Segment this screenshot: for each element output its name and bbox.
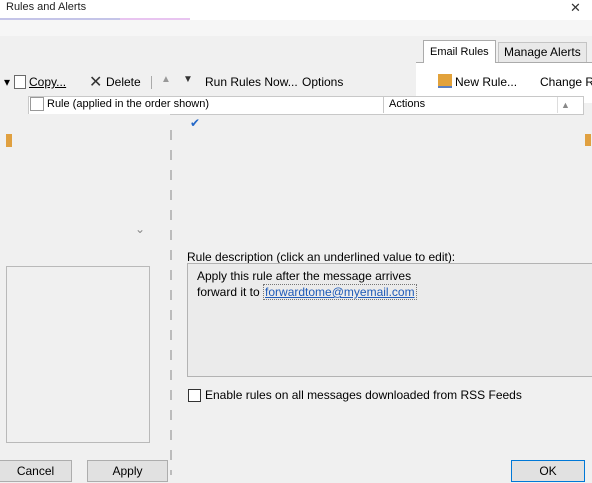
run-rules-now-button[interactable]: Run Rules Now... xyxy=(205,74,298,90)
rss-checkbox[interactable] xyxy=(188,389,201,402)
close-icon[interactable]: ✕ xyxy=(570,0,581,16)
options-button[interactable]: Options xyxy=(302,74,343,90)
delete-icon: ✕ xyxy=(89,74,103,91)
forward-address-link[interactable]: forwardtome@myemail.com xyxy=(263,284,417,300)
folder-icon xyxy=(6,134,12,147)
pane-divider xyxy=(170,130,172,475)
delete-button[interactable]: Delete xyxy=(106,74,141,90)
toolbar-divider xyxy=(151,76,152,89)
new-rule-icon xyxy=(438,74,452,88)
rss-checkbox-label[interactable]: Enable rules on all messages downloaded … xyxy=(205,388,522,402)
title-bar xyxy=(0,0,592,20)
tab-email-rules[interactable]: Email Rules xyxy=(423,40,496,63)
copy-button[interactable]: Copy... xyxy=(29,74,66,90)
column-divider xyxy=(383,97,384,113)
rule-description-line: Apply this rule after the message arrive… xyxy=(197,269,412,283)
window-title: Rules and Alerts xyxy=(6,1,87,13)
cancel-button[interactable]: Cancel xyxy=(0,460,72,482)
tab-manage-alerts[interactable]: Manage Alerts xyxy=(498,42,587,62)
rule-description-label: Rule description (click an underlined va… xyxy=(187,250,456,264)
move-down-icon[interactable]: ▼ xyxy=(183,74,193,85)
copy-icon xyxy=(14,75,26,89)
chevron-down-icon[interactable]: ▾ xyxy=(4,74,10,90)
check-icon: ✔ xyxy=(190,116,201,130)
chevron-down-icon[interactable]: ⌄ xyxy=(135,222,145,236)
left-list-box xyxy=(6,266,150,443)
rule-description-line: forward it to forwardtome@myemail.com xyxy=(197,284,417,300)
rule-checkbox[interactable] xyxy=(30,97,44,111)
new-rule-button[interactable]: New Rule... xyxy=(455,74,517,90)
apply-button[interactable]: Apply xyxy=(87,460,168,482)
move-up-icon[interactable]: ▲ xyxy=(161,74,171,85)
folder-icon xyxy=(585,134,591,146)
scroll-up-icon[interactable]: ▲ xyxy=(557,97,573,113)
rule-description-text: forward it to xyxy=(197,285,264,299)
header-band xyxy=(0,20,592,36)
change-rule-button[interactable]: Change Rule xyxy=(540,74,592,90)
column-header-actions[interactable]: Actions xyxy=(389,98,425,110)
ok-button[interactable]: OK xyxy=(511,460,585,482)
column-header-rule[interactable]: Rule (applied in the order shown) xyxy=(47,98,209,110)
